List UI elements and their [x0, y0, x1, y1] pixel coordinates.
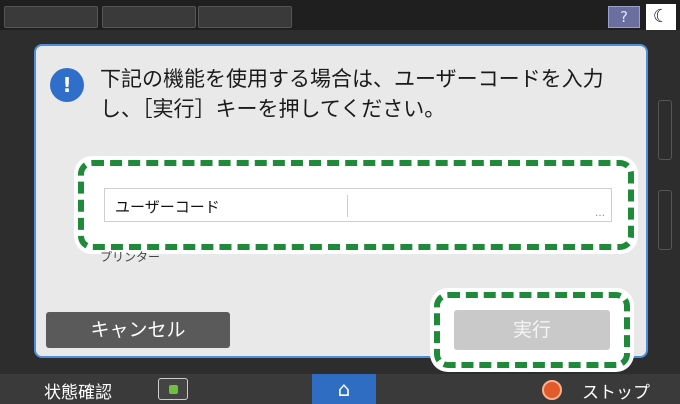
user-code-field-highlight: ユーザーコード …: [78, 160, 634, 250]
dialog-message-line1: 下記の機能を使用する場合は、ユーザーコードを入力: [100, 67, 604, 91]
moon-icon: ☾: [652, 6, 670, 27]
top-bar: ? ☾: [0, 0, 680, 30]
home-icon: ⌂: [337, 377, 351, 401]
dialog-message-line2: し、［実行］キーを押してください。: [100, 97, 446, 121]
bottom-bar: 状態確認 ⌂ ストップ: [0, 374, 680, 404]
dialog-message: 下記の機能を使用する場合は、ユーザーコードを入力 し、［実行］キーを押してくださ…: [100, 64, 630, 124]
user-code-dialog: ! 下記の機能を使用する場合は、ユーザーコードを入力 し、［実行］キーを押してく…: [34, 44, 648, 368]
top-tab-2[interactable]: [102, 6, 196, 28]
status-check-button[interactable]: 状態確認: [44, 378, 112, 403]
help-button[interactable]: ?: [608, 6, 640, 28]
field-divider: [347, 195, 348, 217]
execute-button[interactable]: 実行: [454, 310, 610, 350]
top-tab-3[interactable]: [198, 6, 292, 28]
stop-button[interactable]: ストップ: [582, 378, 650, 403]
function-label: プリンター: [100, 250, 161, 264]
user-code-label: ユーザーコード: [115, 198, 220, 216]
background-side-button-1: [658, 100, 672, 160]
info-icon: !: [50, 68, 84, 102]
top-tab-1[interactable]: [4, 6, 98, 28]
execute-button-highlight: 実行: [434, 292, 630, 368]
cancel-button[interactable]: キャンセル: [46, 312, 230, 348]
background-side-button-2: [658, 190, 672, 250]
user-code-input[interactable]: ユーザーコード …: [104, 188, 612, 222]
more-icon: …: [595, 208, 605, 219]
status-icon[interactable]: [158, 378, 188, 400]
home-button[interactable]: ⌂: [312, 374, 376, 404]
stop-icon[interactable]: [542, 380, 562, 400]
night-mode-button[interactable]: ☾: [646, 4, 676, 30]
